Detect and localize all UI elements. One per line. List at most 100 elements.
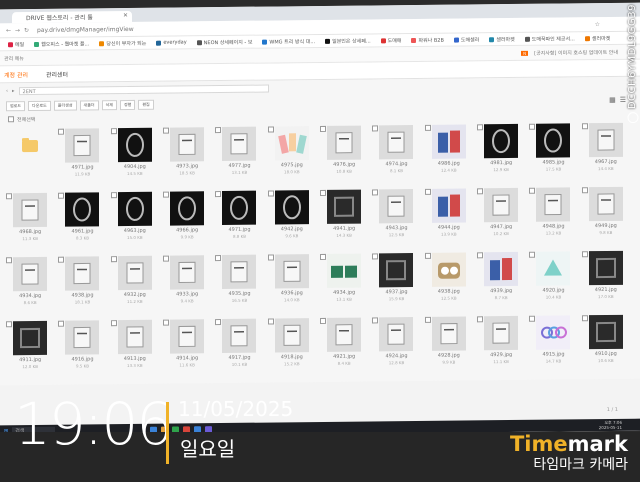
file-thumbnail[interactable] bbox=[222, 318, 257, 354]
file-item[interactable]: 4967.jpg 14.4 KB bbox=[581, 122, 624, 187]
file-item[interactable]: 4915.jpg 14.7 KB bbox=[529, 315, 571, 379]
file-checkbox[interactable] bbox=[58, 128, 65, 135]
file-thumbnail[interactable] bbox=[117, 255, 152, 291]
file-checkbox[interactable] bbox=[215, 191, 222, 198]
file-item[interactable] bbox=[12, 129, 48, 193]
toolbar-button[interactable]: 편집 bbox=[138, 99, 154, 110]
file-checkbox[interactable] bbox=[424, 188, 431, 195]
file-checkbox[interactable] bbox=[319, 317, 326, 325]
file-checkbox[interactable] bbox=[162, 191, 169, 198]
file-item[interactable]: 4913.jpg 13.3 KB bbox=[110, 319, 153, 384]
file-checkbox[interactable] bbox=[581, 315, 588, 322]
taskbar-clock[interactable]: 오후 7:06 2025-05-11 bbox=[599, 420, 622, 430]
file-thumbnail[interactable] bbox=[379, 253, 414, 288]
file-checkbox[interactable] bbox=[372, 125, 379, 132]
file-thumbnail[interactable] bbox=[65, 128, 100, 163]
file-thumbnail[interactable] bbox=[536, 187, 571, 222]
file-checkbox[interactable] bbox=[110, 192, 117, 199]
file-checkbox[interactable] bbox=[372, 189, 379, 196]
file-checkbox[interactable] bbox=[424, 124, 431, 131]
file-thumbnail[interactable] bbox=[117, 191, 152, 227]
file-item[interactable]: 4985.jpg 17.5 KB bbox=[529, 123, 571, 187]
bookmark-item[interactable]: NEON 상세페이지 - 보 bbox=[196, 38, 252, 46]
file-item[interactable]: 4943.jpg 12.5 KB bbox=[372, 189, 414, 253]
file-thumbnail[interactable] bbox=[327, 317, 362, 352]
bookmark-item[interactable]: 메일 bbox=[8, 41, 24, 48]
file-item[interactable]: 4961.jpg 8.3 KB bbox=[58, 192, 100, 256]
select-all-checkbox[interactable] bbox=[8, 116, 14, 123]
file-item[interactable]: 4936.jpg 14.0 KB bbox=[267, 254, 310, 318]
file-checkbox[interactable] bbox=[267, 254, 274, 261]
file-thumbnail[interactable] bbox=[65, 192, 100, 227]
toolbar-button[interactable]: 정렬 bbox=[119, 99, 136, 111]
toolbar-button[interactable]: 업로드 bbox=[6, 101, 26, 112]
list-view-icon[interactable]: ☰ bbox=[620, 96, 626, 104]
grid-view-icon[interactable]: ▦ bbox=[609, 96, 616, 104]
file-checkbox[interactable] bbox=[110, 320, 117, 327]
file-thumbnail[interactable] bbox=[117, 319, 152, 355]
file-checkbox[interactable] bbox=[215, 127, 222, 134]
file-item[interactable]: 4933.jpg 9.4 KB bbox=[162, 255, 205, 319]
file-checkbox[interactable] bbox=[529, 123, 536, 130]
file-thumbnail[interactable] bbox=[13, 129, 47, 163]
file-thumbnail[interactable] bbox=[379, 317, 414, 352]
bookmark-item[interactable]: 도매꾹파인 제공서... bbox=[524, 35, 575, 43]
file-item[interactable]: 4938.jpg 12.5 KB bbox=[424, 252, 467, 316]
file-thumbnail[interactable] bbox=[170, 127, 205, 162]
file-checkbox[interactable] bbox=[110, 128, 117, 135]
toolbar-button[interactable]: 폴더생성 bbox=[53, 100, 77, 111]
file-item[interactable]: 4937.jpg 15.9 KB bbox=[372, 253, 414, 317]
star-icon[interactable]: ☆ bbox=[595, 21, 600, 28]
file-thumbnail[interactable] bbox=[536, 123, 571, 158]
file-thumbnail[interactable] bbox=[222, 126, 257, 162]
file-checkbox[interactable] bbox=[372, 317, 379, 324]
file-checkbox[interactable] bbox=[424, 316, 431, 323]
file-thumbnail[interactable] bbox=[170, 255, 205, 290]
file-item[interactable]: 4971.jpg 8.8 KB bbox=[215, 190, 257, 255]
file-item[interactable]: 4968.jpg 11.3 KB bbox=[6, 192, 48, 257]
bookmark-item[interactable]: 당신이 부자가 되는 bbox=[99, 39, 146, 47]
file-thumbnail[interactable] bbox=[431, 252, 466, 287]
file-thumbnail[interactable] bbox=[588, 122, 623, 158]
toolbar-button[interactable]: 다운로드 bbox=[28, 100, 51, 112]
file-item[interactable]: 4975.jpg 18.0 KB bbox=[267, 126, 310, 190]
file-checkbox[interactable] bbox=[581, 251, 588, 258]
file-checkbox[interactable] bbox=[6, 193, 12, 200]
file-checkbox[interactable] bbox=[6, 257, 12, 264]
file-thumbnail[interactable] bbox=[588, 186, 623, 222]
file-thumbnail[interactable] bbox=[484, 315, 519, 351]
file-thumbnail[interactable] bbox=[170, 191, 205, 226]
file-checkbox[interactable] bbox=[6, 321, 12, 328]
file-item[interactable]: 4916.jpg 9.5 KB bbox=[58, 320, 100, 384]
file-checkbox[interactable] bbox=[110, 256, 117, 263]
file-thumbnail[interactable] bbox=[222, 254, 257, 290]
file-item[interactable]: 4986.jpg 12.4 KB bbox=[424, 124, 467, 188]
file-thumbnail[interactable] bbox=[274, 254, 309, 289]
menu-account[interactable]: 계정 관리 bbox=[4, 70, 28, 79]
file-checkbox[interactable] bbox=[215, 255, 222, 262]
file-checkbox[interactable] bbox=[162, 127, 169, 134]
file-item[interactable]: 4971.jpg 11.9 KB bbox=[58, 128, 100, 192]
file-item[interactable]: 4910.jpg 10.6 KB bbox=[581, 314, 624, 379]
file-checkbox[interactable] bbox=[476, 124, 483, 131]
file-thumbnail[interactable] bbox=[222, 190, 257, 226]
bookmark-item[interactable]: WMG 트리 방식 대... bbox=[262, 38, 315, 46]
reload-icon[interactable]: ↻ bbox=[22, 27, 31, 34]
pagination[interactable]: 1 / 1 bbox=[607, 407, 618, 413]
file-checkbox[interactable] bbox=[476, 252, 483, 259]
file-item[interactable]: 4942.jpg 9.6 KB bbox=[267, 190, 310, 254]
file-item[interactable]: 4920.jpg 10.4 KB bbox=[529, 251, 571, 315]
file-thumbnail[interactable] bbox=[379, 125, 414, 160]
file-checkbox[interactable] bbox=[162, 319, 169, 326]
file-checkbox[interactable] bbox=[319, 125, 326, 133]
bookmark-item[interactable]: 파워나 B2B bbox=[411, 36, 444, 43]
file-checkbox[interactable] bbox=[162, 255, 169, 262]
file-thumbnail[interactable] bbox=[484, 187, 519, 223]
bookmark-item[interactable]: 도매셀러 bbox=[453, 36, 479, 43]
file-item[interactable]: 4963.jpg 15.0 KB bbox=[110, 191, 153, 256]
toolbar-button[interactable]: 삭제 bbox=[101, 100, 117, 111]
file-item[interactable]: 4935.jpg 16.5 KB bbox=[215, 254, 257, 319]
file-item[interactable]: 4917.jpg 10.1 KB bbox=[215, 318, 257, 383]
file-checkbox[interactable] bbox=[529, 251, 536, 258]
file-thumbnail[interactable] bbox=[13, 256, 48, 292]
